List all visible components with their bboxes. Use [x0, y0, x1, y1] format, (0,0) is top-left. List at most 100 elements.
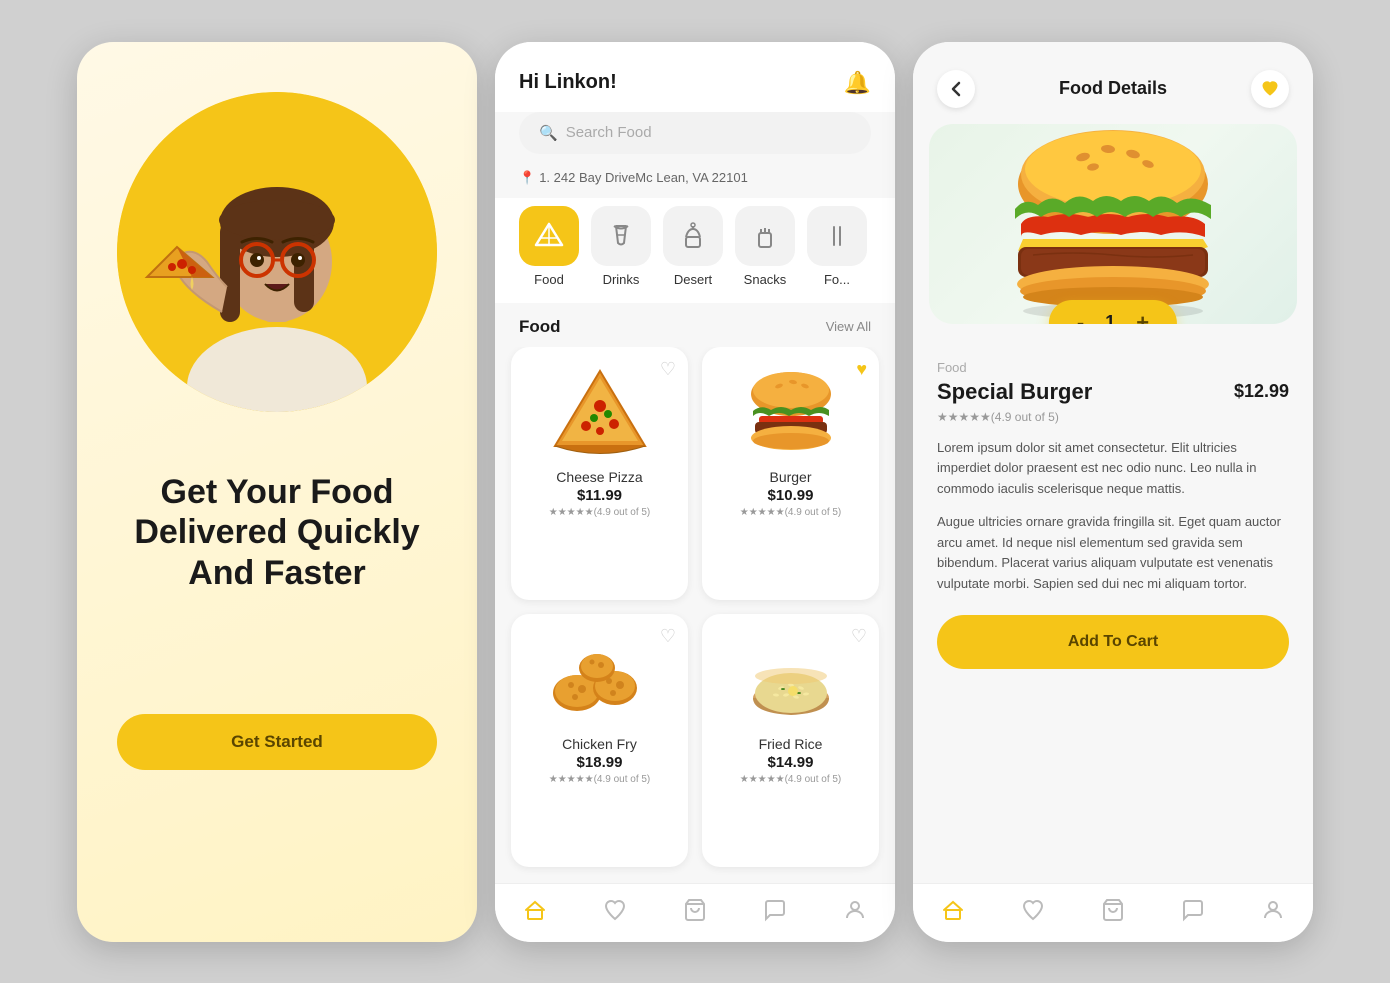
food-details-title: Food Details — [1059, 78, 1167, 99]
details-bottom-nav — [913, 883, 1313, 942]
food-grid: ♡ Cheese Pizza — [495, 347, 895, 883]
category-drinks[interactable]: Drinks — [591, 206, 651, 287]
category-desert-icon-box — [663, 206, 723, 266]
category-desert[interactable]: Desert — [663, 206, 723, 287]
category-drinks-icon-box — [591, 206, 651, 266]
food-item-price: $12.99 — [1234, 381, 1289, 402]
chicken-svg — [547, 633, 652, 723]
bottom-nav-list — [495, 883, 895, 942]
details-nav-cart-icon[interactable] — [1101, 898, 1125, 922]
rice-svg — [741, 633, 841, 723]
pizza-name: Cheese Pizza — [525, 469, 674, 485]
category-snacks-label: Snacks — [744, 272, 787, 287]
quantity-value: 1 — [1100, 312, 1120, 324]
category-snacks-icon-box — [735, 206, 795, 266]
greeting-text: Hi Linkon! — [519, 71, 617, 94]
food-card-pizza[interactable]: ♡ Cheese Pizza — [511, 347, 688, 600]
category-snacks[interactable]: Snacks — [735, 206, 795, 287]
phone-food-details: Food Details — [913, 42, 1313, 942]
burger-svg — [741, 366, 841, 456]
back-button[interactable] — [937, 70, 975, 108]
rice-stars: ★★★★★(4.9 out of 5) — [716, 773, 865, 785]
more-category-icon — [822, 221, 852, 251]
rice-price: $14.99 — [716, 754, 865, 771]
food-description-1: Lorem ipsum dolor sit amet consectetur. … — [937, 438, 1289, 500]
search-icon: 🔍 — [539, 124, 558, 142]
rice-name: Fried Rice — [716, 736, 865, 752]
get-started-button[interactable]: Get Started — [117, 714, 437, 770]
view-all-link[interactable]: View All — [826, 319, 871, 334]
details-name-price-row: Special Burger $12.99 — [937, 379, 1289, 405]
notification-bell-icon[interactable]: 🔔 — [844, 70, 871, 96]
food-card-chicken[interactable]: ♡ — [511, 614, 688, 867]
quantity-plus-button[interactable]: + — [1136, 310, 1149, 324]
burger-image — [716, 361, 865, 461]
category-drinks-label: Drinks — [603, 272, 640, 287]
chicken-name: Chicken Fry — [525, 736, 674, 752]
burger-stars: ★★★★★(4.9 out of 5) — [716, 506, 865, 518]
category-food-label: Food — [534, 272, 564, 287]
hero-circle — [117, 92, 437, 412]
big-burger-svg — [993, 129, 1233, 319]
quantity-control: - 1 + — [1049, 300, 1177, 324]
chicken-price: $18.99 — [525, 754, 674, 771]
food-card-burger[interactable]: ♥ — [702, 347, 879, 600]
location-pin-icon: 📍 — [519, 170, 535, 186]
categories-row: Food Drinks Desert — [495, 198, 895, 303]
pizza-price: $11.99 — [525, 487, 674, 504]
nav-home-icon[interactable] — [523, 898, 547, 922]
phone-food-list: Hi Linkon! 🔔 🔍 Search Food 📍 1. 242 Bay … — [495, 42, 895, 942]
add-to-cart-button[interactable]: Add To Cart — [937, 615, 1289, 669]
pizza-image — [525, 361, 674, 461]
burger-hero-image: - 1 + — [929, 124, 1297, 324]
details-header: Food Details — [913, 42, 1313, 124]
category-desert-label: Desert — [674, 272, 712, 287]
chicken-image — [525, 628, 674, 728]
phone-landing: Get Your Food Delivered Quickly And Fast… — [77, 42, 477, 942]
snacks-category-icon — [750, 221, 780, 251]
food-section-header: Food View All — [495, 303, 895, 347]
food-category-icon — [534, 221, 564, 251]
nav-chat-icon[interactable] — [763, 898, 787, 922]
headline: Get Your Food Delivered Quickly And Fast… — [117, 472, 437, 594]
list-header: Hi Linkon! 🔔 — [495, 42, 895, 112]
food-description-2: Augue ultricies ornare gravida fringilla… — [937, 512, 1289, 595]
details-nav-home-icon[interactable] — [941, 898, 965, 922]
nav-favorites-icon[interactable] — [603, 898, 627, 922]
location-text: 1. 242 Bay DriveMc Lean, VA 22101 — [539, 170, 748, 185]
heart-pizza-icon[interactable]: ♡ — [660, 359, 676, 380]
heart-burger-icon[interactable]: ♥ — [856, 359, 867, 380]
category-more-icon-box — [807, 206, 867, 266]
pizza-svg — [550, 366, 650, 456]
food-section-title: Food — [519, 317, 561, 337]
drinks-category-icon — [606, 221, 636, 251]
heart-rice-icon[interactable]: ♡ — [851, 626, 867, 647]
nav-profile-icon[interactable] — [843, 898, 867, 922]
burger-price: $10.99 — [716, 487, 865, 504]
person-illustration — [117, 92, 437, 412]
details-nav-profile-icon[interactable] — [1261, 898, 1285, 922]
chicken-stars: ★★★★★(4.9 out of 5) — [525, 773, 674, 785]
category-food-icon-box — [519, 206, 579, 266]
quantity-minus-button[interactable]: - — [1077, 310, 1084, 324]
details-nav-chat-icon[interactable] — [1181, 898, 1205, 922]
search-bar[interactable]: 🔍 Search Food — [519, 112, 871, 154]
pizza-stars: ★★★★★(4.9 out of 5) — [525, 506, 674, 518]
details-nav-favorites-icon[interactable] — [1021, 898, 1045, 922]
food-card-rice[interactable]: ♡ — [702, 614, 879, 867]
details-category-label: Food — [937, 360, 1289, 375]
details-body: Food Special Burger $12.99 ★★★★★(4.9 out… — [913, 324, 1313, 883]
burger-name: Burger — [716, 469, 865, 485]
food-item-name: Special Burger — [937, 379, 1092, 405]
hero-text: Get Your Food Delivered Quickly And Fast… — [77, 472, 477, 594]
rice-image — [716, 628, 865, 728]
desert-category-icon — [678, 221, 708, 251]
details-rating: ★★★★★(4.9 out of 5) — [937, 409, 1289, 424]
category-more[interactable]: Fo... — [807, 206, 867, 287]
heart-chicken-icon[interactable]: ♡ — [660, 626, 676, 647]
location-bar: 📍 1. 242 Bay DriveMc Lean, VA 22101 — [495, 166, 895, 198]
favorite-button[interactable] — [1251, 70, 1289, 108]
nav-cart-icon[interactable] — [683, 898, 707, 922]
category-more-label: Fo... — [824, 272, 850, 287]
category-food[interactable]: Food — [519, 206, 579, 287]
